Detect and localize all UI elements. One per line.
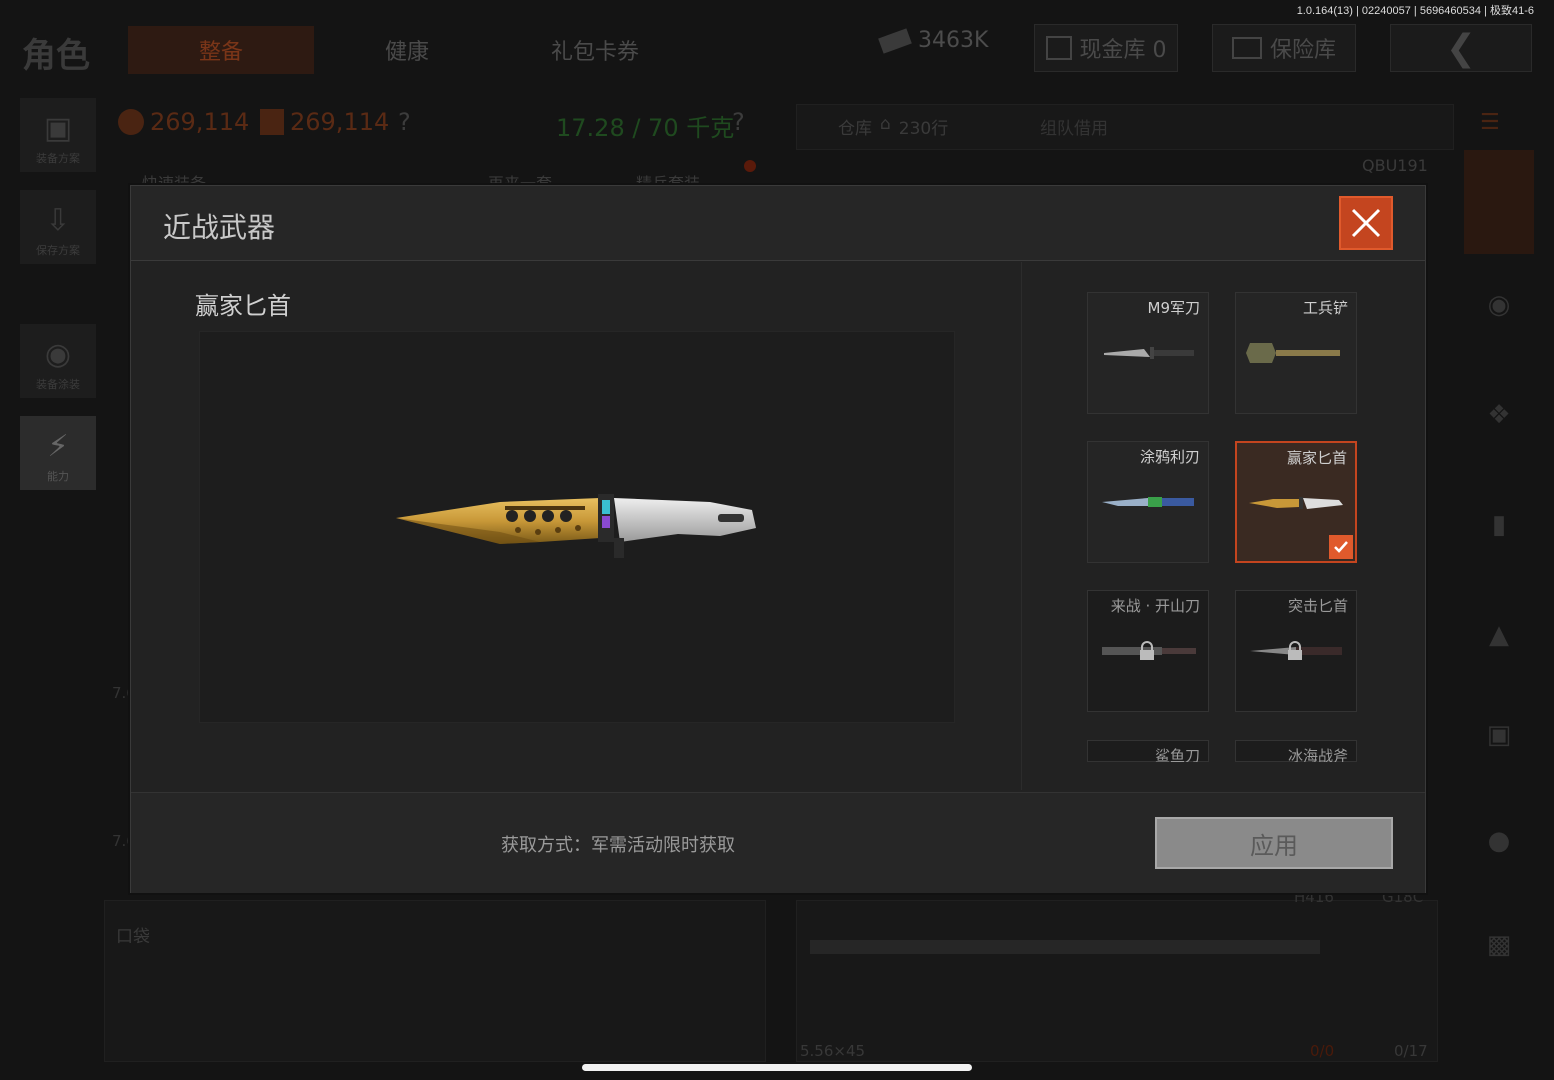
lock-icon [1140,641,1154,660]
armor-category-icon[interactable]: ▣ [1482,720,1516,754]
close-button[interactable] [1339,196,1393,250]
melee-category-icon[interactable] [1464,150,1534,254]
rifle-category-icon[interactable]: ❖ [1482,400,1516,434]
selected-check-icon [1329,535,1353,559]
pocket-label: 口袋 [116,927,150,947]
lock-icon [1288,641,1302,660]
category-strip: ◉ ❖ ▮ ▲ ▣ ● ▩ [1464,150,1534,1050]
vault-icon [1045,36,1072,60]
chevron-left-icon: ❮ [1445,27,1477,69]
acquisition-text: 获取方式：军需活动限时获取 [501,835,735,856]
tab-equip[interactable]: 整备 [128,26,314,74]
side-equip-skin-label: 装备涂装 [36,378,80,391]
version-info: 1.0.164(13) | 02240057 | 5696460534 | 极致… [1296,5,1534,17]
graffiti-blade-thumbnail [1102,497,1194,507]
weapon-cell-graffiti[interactable]: 涂鸦利刃 [1087,441,1209,563]
weapon-cell-label: 冰海战斧 [1287,747,1348,762]
ammo-category-icon[interactable]: ▲ [1482,620,1516,654]
value-1-text: 269,114 [150,108,250,136]
weapon-cell-label: 来战 · 开山刀 [1110,597,1200,615]
weapon-cell-label: 鲨鱼刀 [1154,747,1200,762]
ammo-count-a: 0/0 [1310,1042,1335,1060]
safe-box-button[interactable]: 保险库 [1212,24,1356,72]
weapon-cell-gold-dagger[interactable]: 赢家匕首 [1235,441,1357,563]
storage-tab-label: 仓库 [838,119,872,139]
helmet-category-icon[interactable]: ◉ [1482,290,1516,324]
weapon-cell-ice-axe[interactable]: 冰海战斧 [1235,740,1357,762]
weapon-cell-shark-knife[interactable]: 鲨鱼刀 [1087,740,1209,762]
safe-box-label: 保险库 [1269,38,1336,63]
weapon-preview[interactable] [199,331,955,723]
weapon-cell-machete[interactable]: 来战 · 开山刀 [1087,590,1209,712]
stack-icon[interactable]: ☰ [1480,110,1516,138]
ammo-count-b: 0/17 [1394,1042,1428,1060]
side-loadout-plan[interactable]: ▣ 装备方案 [20,98,96,172]
back-button[interactable]: ❮ [1390,24,1532,72]
weapon-cell-label: 涂鸦利刃 [1139,448,1200,466]
weapon-cell-label: M9军刀 [1147,299,1201,317]
vest-icon: ▣ [43,111,73,146]
cash-vault-label: 现金库 0 [1079,38,1167,63]
backpack-icon [260,109,284,135]
side-save-plan-label: 保存方案 [36,244,80,257]
rifle-silhouette [810,940,1320,954]
storage-tab[interactable]: 仓库 ⌂ 230行 [838,114,948,139]
weapon-cell-assault-dagger[interactable]: 突击匕首 [1235,590,1357,712]
weapon-grid: M9军刀 工兵铲 涂鸦利刃 赢家匕首 来战 · 开山刀 突击匕首 鲨鱼刀 冰海战… [1087,292,1361,762]
side-ability-label: 能力 [47,470,69,483]
weight-display: 17.28 / 70 千克 [556,114,735,142]
weapon-cell-label: 工兵铲 [1302,299,1348,317]
side-save-plan[interactable]: ⇩ 保存方案 [20,190,96,264]
value-1: 269,114 [118,108,249,136]
weapon-cell-m9[interactable]: M9军刀 [1087,292,1209,414]
cash-icon [878,27,912,54]
pocket-panel [104,900,766,1062]
team-borrow-tab[interactable]: 组队借用 [1040,114,1108,139]
melee-weapon-dialog: 近战武器 赢家匕首 M9军刀 工兵铲 涂鸦利刃 赢家匕首 来战 · 开山刀 突击… [130,185,1426,893]
side-loadout-plan-label: 装备方案 [36,152,80,165]
bayonet-thumbnail [1104,347,1194,359]
weapon-slot-panel [796,900,1438,1062]
lightning-icon: ⚡ [47,429,69,464]
apply-button[interactable]: 应用 [1155,817,1393,869]
grenade-category-icon[interactable]: ● [1482,826,1516,860]
ammo-label: 5.56×45 [800,1042,866,1060]
panel-divider [1021,262,1022,790]
help-icon[interactable]: ? [398,108,411,136]
side-ability[interactable]: ⚡ 能力 [20,416,96,490]
gold-dagger-thumbnail [1249,497,1343,509]
close-icon [1351,208,1381,238]
safe-icon [1231,37,1262,59]
helmet-icon: ◉ [44,337,72,372]
page-title: 角色 [22,36,90,76]
money-display: 3463K [878,27,989,54]
home-indicator[interactable] [582,1064,972,1071]
download-icon: ⇩ [45,203,71,238]
notification-dot [744,160,756,172]
money-value: 3463K [918,28,989,53]
weapon-cell-shovel[interactable]: 工兵铲 [1235,292,1357,414]
side-equip-skin[interactable]: ◉ 装备涂装 [20,324,96,398]
weapon-name-top: QBU191 [1362,156,1428,175]
home-icon: ⌂ [880,114,891,134]
weapon-cell-label: 突击匕首 [1287,597,1348,615]
selected-item-name: 赢家匕首 [195,292,291,320]
magazine-category-icon[interactable]: ▮ [1482,510,1516,544]
gold-dagger-image [396,494,756,558]
tab-health[interactable]: 健康 [314,26,500,74]
medkit-category-icon[interactable]: ▩ [1482,930,1516,964]
value-2-text: 269,114 [290,108,390,136]
value-2: 269,114 [260,108,389,136]
storage-rows: 230行 [898,119,949,139]
cash-vault-button[interactable]: 现金库 0 [1034,24,1178,72]
tab-gift-coupons[interactable]: 礼包卡券 [502,26,688,74]
shovel-thumbnail [1246,343,1340,363]
dialog-footer: 获取方式：军需活动限时获取 应用 [131,792,1425,893]
weight-help-icon[interactable]: ? [732,108,745,136]
weapon-cell-label: 赢家匕首 [1286,449,1347,467]
badge-icon [118,109,144,135]
dialog-header [131,186,1425,261]
dialog-title: 近战武器 [163,211,276,244]
